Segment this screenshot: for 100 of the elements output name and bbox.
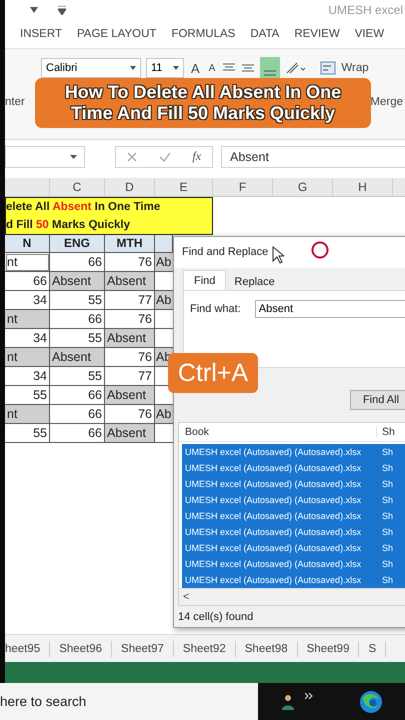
column-header[interactable]: Sh (377, 426, 395, 438)
result-row[interactable]: UMESH excel (Autosaved) (Autosaved).xlsx Sh (182, 476, 405, 492)
table-cell[interactable]: 34 (5, 367, 50, 386)
browser-icon[interactable] (359, 690, 383, 714)
orientation-icon[interactable] (285, 61, 308, 75)
horizontal-scrollbar[interactable]: < (179, 588, 405, 605)
person-icon[interactable] (282, 694, 294, 710)
sheet-tab[interactable]: heet95 (5, 640, 50, 656)
find-all-button[interactable]: Find All (350, 390, 405, 410)
table-cell[interactable]: nt (5, 310, 50, 329)
table-cell[interactable]: 66 (5, 272, 50, 291)
column-header[interactable]: E (155, 178, 213, 196)
column-header[interactable]: H (333, 178, 393, 196)
result-row[interactable]: UMESH excel (Autosaved) (Autosaved).xlsx Sh (182, 508, 405, 524)
result-row[interactable]: UMESH excel (Autosaved) (Autosaved).xlsx Sh (182, 556, 405, 572)
table-cell[interactable]: 66 (50, 253, 105, 272)
table-cell[interactable]: nt (5, 253, 50, 272)
table-cell[interactable]: 66 (50, 310, 105, 329)
table-cell[interactable]: 77 (105, 367, 155, 386)
table-cell[interactable]: nt (5, 348, 50, 367)
format-painter-label[interactable]: nter (5, 96, 25, 108)
dialog-tab[interactable]: Replace (226, 274, 283, 290)
search-field[interactable]: here to search (0, 683, 258, 720)
table-cell[interactable]: Absent (105, 424, 155, 443)
table-cell[interactable]: 76 (105, 405, 155, 424)
sheet-tab[interactable]: Sheet92 (174, 640, 236, 656)
ribbon-tab[interactable]: PAGE LAYOUT (76, 28, 156, 40)
sheet-tab[interactable]: Sheet96 (50, 640, 112, 656)
caret-icon[interactable] (30, 7, 38, 13)
table-cell[interactable]: 55 (50, 291, 105, 310)
table-cell[interactable]: 55 (5, 386, 50, 405)
formula-field[interactable]: Absent (221, 146, 405, 168)
ribbon-tab[interactable]: REVIEW (294, 28, 340, 40)
table-cell[interactable]: Absent (105, 272, 155, 291)
align-bottom-icon[interactable] (260, 57, 280, 79)
caret-icon[interactable] (130, 66, 136, 70)
column-header[interactable]: C (50, 178, 105, 196)
caret-icon[interactable] (173, 66, 179, 70)
table-cell[interactable]: Ab (155, 405, 173, 424)
ribbon-tab[interactable]: DATA (250, 28, 280, 40)
table-cell[interactable]: 55 (5, 424, 50, 443)
table-cell[interactable]: Absent (105, 329, 155, 348)
result-row[interactable]: UMESH excel (Autosaved) (Autosaved).xlsx Sh (182, 572, 405, 588)
table-cell[interactable]: 77 (105, 291, 155, 310)
sheet-tab[interactable]: Sheet98 (236, 640, 298, 656)
wrap-text-icon[interactable] (320, 61, 336, 75)
scroll-left-button[interactable]: < (179, 590, 190, 603)
column-header[interactable]: F (213, 178, 273, 196)
table-cell[interactable]: 66 (50, 386, 105, 405)
result-row[interactable]: UMESH excel (Autosaved) (Autosaved).xlsx Sh (182, 540, 405, 556)
insert-function-button[interactable]: fx (192, 149, 202, 164)
table-cell[interactable]: 55 (50, 329, 105, 348)
column-header[interactable]: G (273, 178, 333, 196)
sheet-tab[interactable]: S (359, 640, 386, 656)
caret-icon[interactable] (70, 154, 77, 158)
shrink-font-button[interactable]: A (206, 62, 218, 74)
table-cell[interactable]: Absent (105, 386, 155, 405)
table-cell[interactable]: 34 (5, 291, 50, 310)
check-icon[interactable] (158, 152, 171, 162)
table-cell[interactable]: 76 (105, 253, 155, 272)
caption-text: How To Delete All Absent In One (64, 82, 342, 103)
column-header[interactable]: D (105, 178, 155, 196)
sheet-tab[interactable]: Sheet99 (298, 640, 360, 656)
wrap-text-label[interactable]: Wrap (341, 62, 369, 74)
dialog-title: Find and Replace (182, 246, 268, 258)
header-cell (155, 235, 173, 253)
header-cell: MTH (105, 235, 155, 253)
result-row[interactable]: UMESH excel (Autosaved) (Autosaved).xlsx Sh (182, 460, 405, 476)
table-cell[interactable]: 55 (50, 367, 105, 386)
ribbon-tab[interactable]: FORMULAS (171, 28, 236, 40)
table-cell[interactable]: Ab (155, 253, 173, 272)
table-cell[interactable]: Absent (50, 272, 105, 291)
result-row[interactable]: UMESH excel (Autosaved) (Autosaved).xlsx Sh (182, 524, 405, 540)
merge-label[interactable]: Merge (370, 96, 405, 108)
table-cell[interactable]: Ab (155, 291, 173, 310)
ribbon-tab[interactable]: INSERT (20, 28, 62, 40)
font-size-dropdown[interactable]: 11 (146, 58, 184, 78)
cursor-icon (272, 246, 284, 264)
dialog-tab[interactable]: Find (183, 270, 226, 290)
result-row[interactable]: UMESH excel (Autosaved) (Autosaved).xlsx Sh (182, 444, 405, 460)
table-cell[interactable]: 66 (50, 405, 105, 424)
ribbon-tab[interactable]: VIEW (354, 28, 384, 40)
table-cell[interactable]: 76 (105, 310, 155, 329)
table-cell[interactable]: 34 (5, 329, 50, 348)
table-cell[interactable]: Absent (50, 348, 105, 367)
table-cell[interactable]: 76 (105, 348, 155, 367)
find-what-field[interactable]: Absent (254, 300, 405, 318)
font-name-dropdown[interactable]: Calibri (41, 58, 141, 78)
header-cell: ENG (50, 235, 105, 253)
column-header[interactable]: Book (179, 426, 377, 438)
result-row[interactable]: UMESH excel (Autosaved) (Autosaved).xlsx Sh (182, 492, 405, 508)
grow-font-button[interactable]: A (189, 60, 202, 76)
click-ring-icon (311, 241, 330, 260)
table-cell[interactable]: nt (5, 405, 50, 424)
customize-icon[interactable] (58, 6, 66, 14)
header-cell: N (5, 235, 50, 253)
align-middle-icon[interactable] (241, 62, 256, 74)
table-cell[interactable]: 66 (50, 424, 105, 443)
chevron-icon[interactable] (305, 692, 313, 698)
sheet-tab[interactable]: Sheet97 (112, 640, 174, 656)
